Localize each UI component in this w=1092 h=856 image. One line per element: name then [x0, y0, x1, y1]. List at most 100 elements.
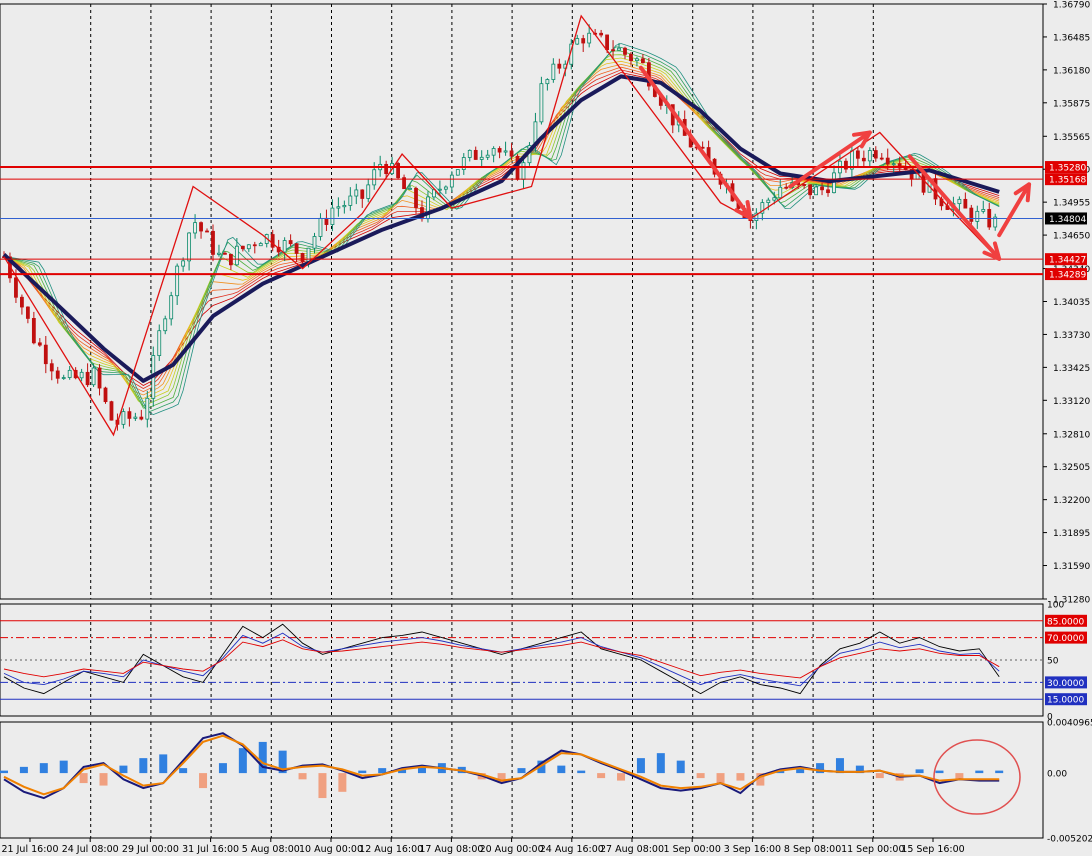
price-tick-label: 1.31895 [1053, 529, 1090, 539]
price-tick-label: 1.31590 [1053, 562, 1090, 572]
macd-histogram-bar [119, 765, 128, 774]
price-level-label: 1.34289 [1049, 271, 1086, 281]
candle-body [814, 186, 818, 196]
candle-body [396, 163, 400, 179]
price-tick-label: 1.33120 [1053, 397, 1090, 407]
candle-body [772, 197, 777, 201]
candle-body [623, 47, 627, 55]
candle-body [61, 377, 66, 379]
candle-body [43, 344, 48, 365]
price-tick-label: 1.36790 [1053, 1, 1090, 11]
candle-body [282, 240, 287, 253]
candle-body [885, 157, 890, 165]
candle-body [270, 234, 275, 248]
candle-body [629, 53, 633, 62]
candle-body [581, 38, 586, 44]
candle-body [509, 150, 514, 157]
candle-body [103, 387, 108, 403]
macd-tick-label: -0.005202 [1047, 835, 1092, 845]
price-tick-label: 1.34650 [1053, 232, 1090, 242]
macd-histogram-bar [875, 773, 884, 779]
candle-body [312, 236, 317, 249]
time-label: 5 Aug 08:00 [242, 844, 300, 855]
candle-body [354, 189, 359, 197]
candle-body [175, 265, 180, 297]
macd-histogram-bar [19, 766, 28, 774]
candle-body [348, 195, 353, 206]
candle-body [240, 245, 245, 250]
price-tick-label: 1.35565 [1053, 133, 1090, 143]
candle-body [641, 58, 645, 64]
macd-tick-label: 0.00 [1047, 770, 1067, 780]
macd-histogram-bar [39, 763, 48, 774]
candle-body [599, 32, 604, 36]
candle-body [67, 369, 72, 378]
macd-histogram-bar [557, 765, 566, 774]
candle-body [366, 184, 371, 199]
trading-chart: 1.36790 1.36485 1.36180 1.35875 1.35565 1.352… [0, 0, 1092, 856]
candle-body [485, 154, 490, 158]
candle-body [133, 416, 138, 419]
candle-body [497, 148, 502, 153]
macd-histogram-bar [935, 770, 944, 774]
time-label: 10 Aug 00:00 [299, 844, 363, 855]
candle-body [855, 150, 860, 159]
price-tick-label: 1.33730 [1053, 331, 1090, 341]
candle-body [891, 163, 896, 166]
macd-histogram-bar [716, 773, 725, 784]
time-label: 15 Sep 16:00 [901, 844, 964, 855]
candle-body [91, 367, 96, 386]
macd-histogram-bar [736, 773, 745, 781]
candle-body [318, 217, 323, 237]
candle-body [473, 149, 478, 160]
time-label: 20 Aug 00:00 [480, 844, 544, 855]
candle-body [443, 186, 448, 190]
time-label: 11 Sep 00:00 [841, 844, 904, 855]
candle-body [181, 260, 186, 267]
candle-body [969, 207, 974, 222]
time-label: 1 Sep 00:00 [664, 844, 721, 855]
candle-body [808, 184, 813, 196]
candle-body [784, 186, 789, 189]
candle-body [360, 189, 365, 199]
candle-body [25, 306, 30, 319]
rsi-tick-label: 50 [1047, 657, 1059, 667]
candle-body [437, 188, 442, 191]
rsi-level-label: 85.0000 [1047, 617, 1084, 627]
macd-histogram-bar [517, 768, 526, 774]
candle-body [109, 401, 114, 421]
macd-histogram-bar [995, 770, 1004, 774]
macd-histogram-bar [636, 758, 645, 774]
candle-body [187, 232, 192, 262]
candle-body [635, 58, 639, 62]
candle-body [575, 38, 580, 45]
candle-body [193, 222, 197, 234]
candle-body [414, 187, 418, 208]
rsi-tick-label: 100 [1047, 601, 1064, 611]
candle-body [551, 63, 556, 80]
candle-body [163, 318, 168, 332]
price-tick-label: 1.32810 [1053, 430, 1090, 440]
candle-body [521, 162, 526, 180]
candle-body [14, 277, 18, 298]
time-label: 27 Aug 08:00 [600, 844, 664, 855]
time-label: 21 Jul 16:00 [2, 844, 59, 855]
candle-body [169, 295, 174, 320]
macd-histogram-bar [597, 773, 606, 779]
time-label: 8 Sep 08:00 [784, 844, 841, 855]
candle-body [467, 149, 472, 158]
candle-body [258, 243, 263, 247]
price-tick-label: 1.33425 [1053, 364, 1090, 374]
macd-histogram-bar [676, 760, 685, 774]
macd-histogram-bar [298, 773, 307, 780]
macd-tick-label: 0.0040965 [1047, 719, 1092, 729]
macd-histogram-bar [577, 770, 586, 774]
candle-body [617, 47, 621, 51]
price-tick-label: 1.32505 [1053, 463, 1090, 473]
candle-body [491, 148, 496, 156]
time-label: 24 Aug 16:00 [540, 844, 604, 855]
candle-body [479, 156, 484, 160]
macd-histogram-bar [656, 753, 665, 774]
macd-histogram-bar [0, 770, 8, 774]
macd-histogram-bar [159, 754, 168, 774]
